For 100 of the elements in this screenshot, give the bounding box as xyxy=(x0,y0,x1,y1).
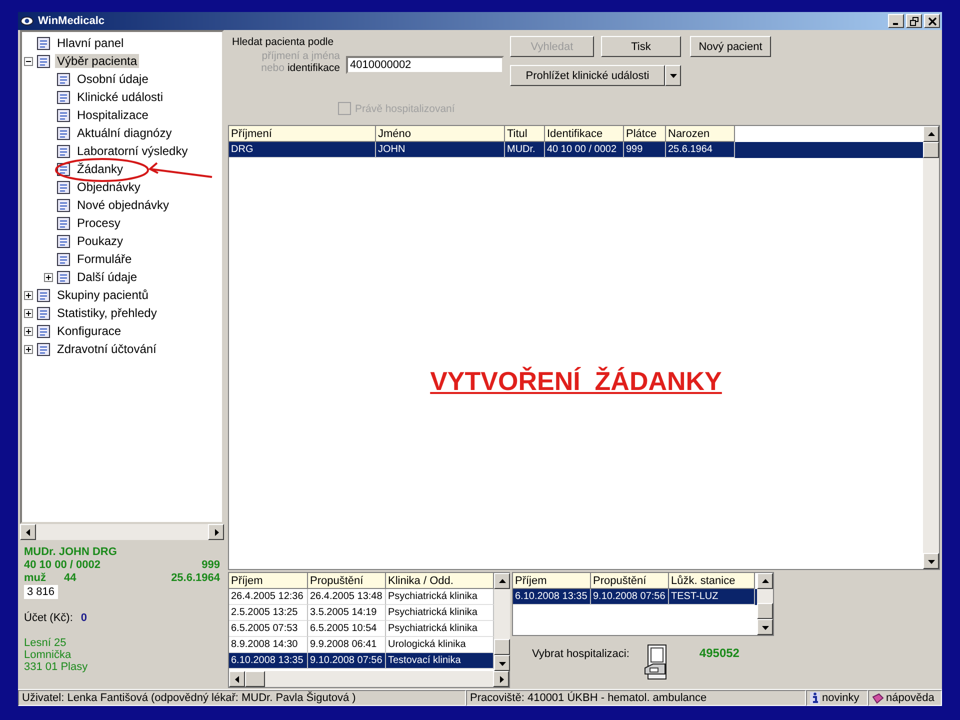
left-arrow-icon[interactable] xyxy=(234,676,240,682)
right-arrow-icon[interactable] xyxy=(212,528,220,536)
tree-item[interactable]: Laboratorní výsledky xyxy=(75,144,190,158)
search-hint: příjmení a jména xyxy=(260,50,340,62)
restore-button[interactable] xyxy=(906,14,922,28)
column-header[interactable]: Plátce xyxy=(624,126,666,142)
table-cell: TEST-LUZ xyxy=(669,589,755,605)
address-line: 331 01 Plasy xyxy=(24,661,89,673)
scroll-thumb[interactable] xyxy=(923,142,939,158)
minimize-button[interactable] xyxy=(888,14,904,28)
column-header[interactable]: Titul xyxy=(505,126,545,142)
tree-item[interactable]: Poukazy xyxy=(75,234,126,248)
vertical-scrollbar[interactable] xyxy=(923,126,939,569)
up-arrow-icon[interactable] xyxy=(498,578,506,584)
table-row[interactable]: DRG JOHN MUDr. 40 10 00 / 0002 999 25.6.1964 xyxy=(229,142,923,158)
document-icon xyxy=(56,71,72,87)
up-arrow-icon[interactable] xyxy=(762,578,768,584)
column-header[interactable]: Propuštění xyxy=(308,573,386,589)
tree-item[interactable]: Osobní údaje xyxy=(75,72,150,86)
events-button[interactable]: Prohlížet klinické události xyxy=(510,65,665,86)
scroll-thumb[interactable] xyxy=(494,639,510,655)
expand-toggle[interactable] xyxy=(24,326,33,336)
push-button[interactable]: Tisk xyxy=(601,36,681,57)
table-cell: 2.5.2005 13:25 xyxy=(229,605,308,621)
document-icon xyxy=(36,53,52,69)
restore-icon xyxy=(910,16,918,26)
tree-item[interactable]: Nové objednávky xyxy=(75,198,172,212)
tree-item[interactable]: Hlavní panel xyxy=(55,36,126,50)
tree-item[interactable]: Statistiky, přehledy xyxy=(55,306,159,320)
tree-item[interactable]: Procesy xyxy=(75,216,122,230)
document-icon xyxy=(56,269,72,285)
tree-item[interactable]: Klinické události xyxy=(75,90,166,104)
payer-code: 999 xyxy=(202,559,220,571)
document-icon xyxy=(56,215,72,231)
column-header[interactable]: Jméno xyxy=(376,126,505,142)
push-button[interactable]: Nový pacient xyxy=(690,36,771,57)
table-cell: 6.5.2005 10:54 xyxy=(308,621,386,637)
document-icon xyxy=(36,35,52,51)
column-header[interactable]: Lůžk. stanice xyxy=(669,573,755,589)
vertical-scrollbar[interactable] xyxy=(494,573,510,671)
expand-toggle[interactable] xyxy=(24,290,33,300)
column-header[interactable]: Příjem xyxy=(229,573,308,589)
expand-toggle[interactable] xyxy=(44,272,53,282)
tree-item[interactable]: Další údaje xyxy=(75,270,140,284)
column-header[interactable]: Narozen xyxy=(666,126,735,142)
eye-icon xyxy=(20,15,34,27)
patient-name: MUDr. JOHN DRG xyxy=(24,546,118,558)
window-title: WinMedicalc xyxy=(38,15,105,27)
tree-item[interactable]: Formuláře xyxy=(75,252,134,266)
patient-number: 3 816 xyxy=(24,585,58,599)
table-row[interactable]: 26.4.2005 12:36 26.4.2005 13:48 Psychiatrická klinika xyxy=(229,589,494,605)
table-row[interactable]: 2.5.2005 13:25 3.5.2005 14:19 Psychiatrická klinika xyxy=(229,605,494,621)
close-button[interactable] xyxy=(924,14,940,28)
tree-item[interactable]: Aktuální diagnózy xyxy=(75,126,174,140)
card-reader-icon[interactable] xyxy=(643,644,670,682)
tree-item[interactable]: Zdravotní účtování xyxy=(55,342,158,356)
column-header[interactable]: Klinika / Odd. xyxy=(386,573,494,589)
up-arrow-icon[interactable] xyxy=(928,130,934,138)
address-line: Lesní 25 xyxy=(24,637,68,649)
table-cell: JOHN xyxy=(376,142,505,158)
down-arrow-icon[interactable] xyxy=(762,624,768,630)
search-field[interactable]: 4010000002 xyxy=(346,56,504,74)
tree-item[interactable]: Výběr pacienta xyxy=(55,54,140,68)
left-arrow-icon[interactable] xyxy=(24,528,32,536)
tree-item[interactable]: Skupiny pacientů xyxy=(55,288,150,302)
document-icon xyxy=(56,89,72,105)
down-arrow-icon[interactable] xyxy=(498,660,506,666)
expand-toggle[interactable] xyxy=(24,344,33,354)
tree-item[interactable]: Hospitalizace xyxy=(75,108,150,122)
document-icon xyxy=(56,251,72,267)
tree-item[interactable]: Žádanky xyxy=(75,162,126,176)
tree-item[interactable]: Objednávky xyxy=(75,180,142,194)
dropdown-button[interactable] xyxy=(665,65,681,86)
expand-toggle[interactable] xyxy=(24,308,33,318)
column-header[interactable]: Propuštění xyxy=(591,573,669,589)
tree-item[interactable]: Konfigurace xyxy=(55,324,124,338)
horizontal-scrollbar[interactable] xyxy=(20,524,224,540)
document-icon xyxy=(56,143,72,159)
column-header[interactable]: Příjmení xyxy=(229,126,376,142)
right-arrow-icon[interactable] xyxy=(498,676,504,682)
table-row[interactable]: 6.5.2005 07:53 6.5.2005 10:54 Psychiatrická klinika xyxy=(229,621,494,637)
scroll-thumb[interactable] xyxy=(245,671,265,687)
down-arrow-icon[interactable] xyxy=(928,558,934,564)
address-line: Lomnička xyxy=(24,649,72,661)
document-icon xyxy=(36,287,52,303)
patient-sex: muž xyxy=(24,572,47,584)
table-row[interactable]: 6.10.2008 13:35 9.10.2008 07:56 TEST-LUZ xyxy=(513,589,757,605)
status-user: Uživatel: Lenka Fantišová (odpovědný lékař: MUDr. Pavla Šigutová ) xyxy=(18,690,466,706)
horizontal-scrollbar[interactable] xyxy=(229,671,509,687)
scroll-thumb[interactable] xyxy=(757,603,773,619)
table-cell: MUDr. xyxy=(505,142,545,158)
table-cell: 6.10.2008 13:35 xyxy=(229,653,308,669)
column-header[interactable]: Příjem xyxy=(513,573,591,589)
table-row[interactable]: 6.10.2008 13:35 9.10.2008 07:56 Testovací klinika xyxy=(229,653,494,669)
document-icon xyxy=(56,107,72,123)
table-cell: DRG xyxy=(229,142,376,158)
collapse-toggle[interactable] xyxy=(24,56,33,66)
column-header[interactable]: Identifikace xyxy=(545,126,624,142)
vertical-scrollbar[interactable] xyxy=(757,573,773,635)
document-icon xyxy=(56,179,72,195)
